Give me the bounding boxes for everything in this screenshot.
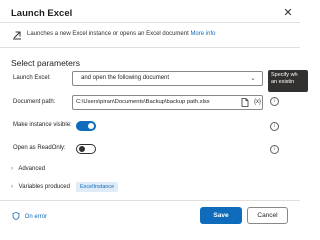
read-only-label: Open as ReadOnly: — [13, 145, 66, 151]
read-only-toggle[interactable] — [76, 144, 96, 154]
advanced-label: Advanced — [18, 166, 46, 172]
chevron-right-icon: › — [11, 184, 13, 190]
dialog-title: Launch Excel — [11, 8, 73, 19]
chevron-down-icon: ⌄ — [250, 75, 256, 82]
more-info-link[interactable]: More info — [190, 31, 215, 37]
close-icon[interactable]: ✕ — [283, 8, 293, 19]
divider — [0, 47, 300, 48]
arrow-up-right-icon — [13, 31, 21, 40]
toggle-knob — [79, 146, 85, 152]
chevron-right-icon: › — [11, 166, 13, 172]
dialog-description: Launches a new Excel instance or opens a… — [27, 30, 215, 39]
launch-excel-dialog: Launch Excel ✕ Launches a new Excel inst… — [0, 0, 308, 235]
save-button[interactable]: Save — [200, 207, 242, 224]
launch-excel-value: and open the following document — [81, 75, 170, 81]
document-path-value: C:\Users\piran\Documents\Backup\backup p… — [76, 99, 210, 105]
toggle-knob — [88, 123, 94, 129]
launch-excel-label: Launch Excel: — [13, 75, 51, 81]
description-text: Launches a new Excel instance or opens a… — [27, 31, 189, 37]
variable-pill[interactable]: ExcelInstance — [76, 182, 119, 192]
variable-icon[interactable]: {x} — [254, 96, 261, 109]
on-error-link[interactable]: On error — [12, 212, 47, 220]
shield-icon — [12, 212, 20, 220]
advanced-expander[interactable]: › Advanced — [11, 166, 45, 172]
info-icon[interactable]: i — [270, 97, 279, 106]
make-visible-label: Make instance visible: — [13, 122, 72, 128]
file-icon[interactable] — [241, 98, 249, 107]
make-visible-toggle[interactable] — [76, 121, 96, 131]
tooltip: Specify wh an existin — [268, 70, 308, 92]
cancel-button[interactable]: Cancel — [247, 207, 288, 224]
variables-produced-expander[interactable]: › Variables produced — [11, 184, 70, 190]
divider — [0, 200, 300, 201]
section-title: Select parameters — [11, 58, 80, 68]
on-error-label: On error — [24, 214, 48, 220]
divider — [0, 22, 300, 23]
info-icon[interactable]: i — [270, 122, 279, 131]
info-icon[interactable]: i — [270, 145, 279, 154]
launch-excel-dropdown[interactable]: and open the following document ⌄ — [72, 71, 263, 86]
document-path-label: Document path: — [13, 99, 56, 105]
variables-produced-label: Variables produced — [18, 184, 70, 190]
document-path-input[interactable]: C:\Users\piran\Documents\Backup\backup p… — [72, 95, 263, 110]
